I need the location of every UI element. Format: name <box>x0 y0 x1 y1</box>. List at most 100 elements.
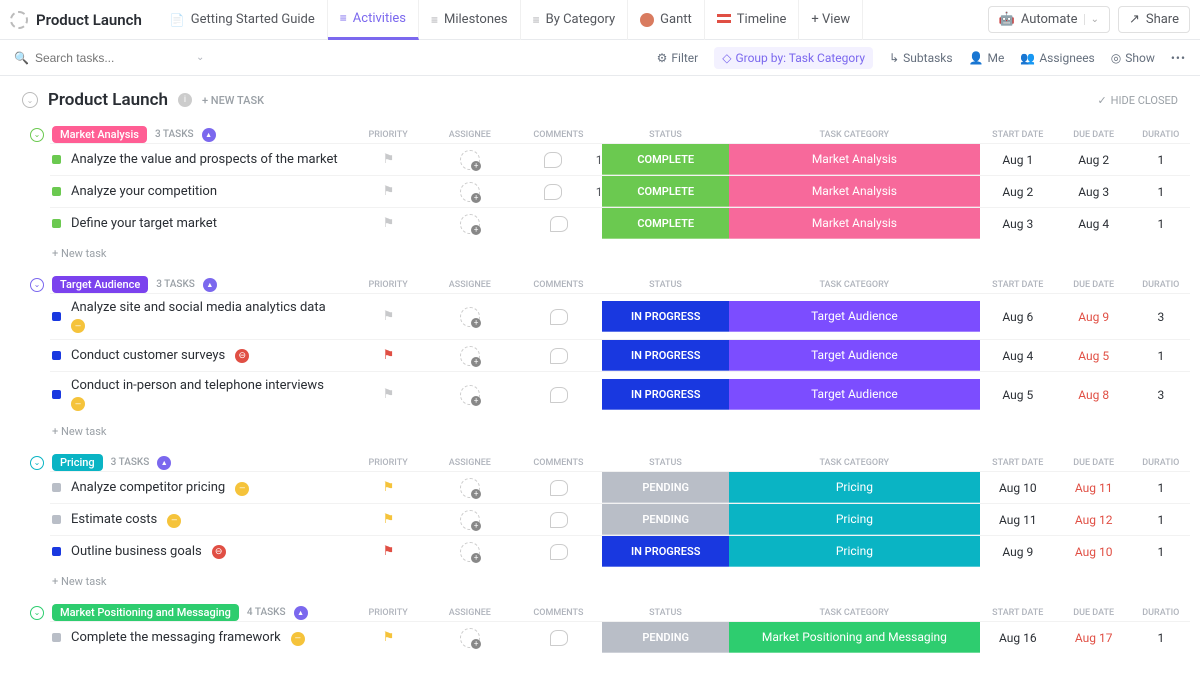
group-name-pill[interactable]: Pricing <box>52 454 103 471</box>
add-assignee-icon[interactable] <box>460 214 480 234</box>
assignee-cell[interactable] <box>425 542 514 562</box>
add-assignee-icon[interactable] <box>460 628 480 648</box>
priority-cell[interactable]: ⚑ <box>352 630 426 645</box>
add-assignee-icon[interactable] <box>460 385 480 405</box>
category-cell[interactable]: Target Audience <box>729 340 980 371</box>
start-date-cell[interactable]: Aug 3 <box>980 217 1056 231</box>
status-cell[interactable]: PENDING <box>602 504 728 535</box>
more-button[interactable]: ••• <box>1171 51 1186 65</box>
share-button[interactable]: ↗ Share <box>1118 6 1190 33</box>
group-name-pill[interactable]: Market Positioning and Messaging <box>52 604 239 621</box>
duration-cell[interactable]: 1 <box>1132 185 1190 199</box>
duration-cell[interactable]: 1 <box>1132 349 1190 363</box>
start-date-cell[interactable]: Aug 10 <box>980 481 1056 495</box>
info-icon[interactable]: i <box>178 93 192 107</box>
status-cell[interactable]: IN PROGRESS <box>602 340 728 371</box>
duration-cell[interactable]: 1 <box>1132 513 1190 527</box>
comments-cell[interactable] <box>515 630 603 646</box>
nav-milestones[interactable]: ≡ Milestones <box>419 0 521 40</box>
group-collapse-icon[interactable]: ⌄ <box>30 606 44 620</box>
category-cell[interactable]: Market Analysis <box>729 144 980 175</box>
nav-timeline[interactable]: Timeline <box>705 0 800 40</box>
priority-cell[interactable]: ⚑ <box>352 309 426 324</box>
nav-by-category[interactable]: ≡ By Category <box>521 0 629 40</box>
start-date-cell[interactable]: Aug 4 <box>980 349 1056 363</box>
start-date-cell[interactable]: Aug 16 <box>980 631 1056 645</box>
group-by-button[interactable]: ◇ Group by: Task Category <box>714 47 873 69</box>
nav-activities[interactable]: ≡ Activities <box>328 0 419 40</box>
priority-cell[interactable]: ⚑ <box>352 184 426 199</box>
status-cell[interactable]: IN PROGRESS <box>602 301 728 332</box>
start-date-cell[interactable]: Aug 11 <box>980 513 1056 527</box>
new-task-row[interactable]: + New task <box>30 567 1190 592</box>
comments-cell[interactable] <box>515 348 603 364</box>
status-cell[interactable]: COMPLETE <box>602 176 728 207</box>
category-cell[interactable]: Pricing <box>729 536 980 567</box>
assignee-cell[interactable] <box>425 346 514 366</box>
assignee-cell[interactable] <box>425 628 514 648</box>
category-cell[interactable]: Pricing <box>729 504 980 535</box>
comments-cell[interactable] <box>515 216 603 232</box>
status-square-icon[interactable] <box>52 515 61 524</box>
new-task-button[interactable]: + NEW TASK <box>202 94 264 107</box>
assignee-cell[interactable] <box>425 478 514 498</box>
task-row[interactable]: Complete the messaging framework —⚑PENDI… <box>50 621 1190 653</box>
add-assignee-icon[interactable] <box>460 478 480 498</box>
start-date-cell[interactable]: Aug 9 <box>980 545 1056 559</box>
blocked-badge-icon[interactable]: ⊖ <box>235 349 249 363</box>
duration-cell[interactable]: 1 <box>1132 545 1190 559</box>
status-cell[interactable]: IN PROGRESS <box>602 379 728 410</box>
collapse-all-icon[interactable]: ▲ <box>202 128 216 142</box>
assignee-cell[interactable] <box>425 150 514 170</box>
task-row[interactable]: Analyze the value and prospects of the m… <box>50 143 1190 175</box>
status-square-icon[interactable] <box>52 483 61 492</box>
assignee-cell[interactable] <box>425 307 514 327</box>
comments-cell[interactable] <box>515 387 603 403</box>
status-square-icon[interactable] <box>52 351 61 360</box>
add-assignee-icon[interactable] <box>460 542 480 562</box>
priority-cell[interactable]: ⚑ <box>352 216 426 231</box>
comments-cell[interactable] <box>515 512 603 528</box>
due-date-cell[interactable]: Aug 17 <box>1056 631 1132 645</box>
status-cell[interactable]: COMPLETE <box>602 144 728 175</box>
nav-getting-started[interactable]: 📄 Getting Started Guide <box>158 0 328 40</box>
me-button[interactable]: 👤 Me <box>969 51 1005 65</box>
duration-cell[interactable]: 1 <box>1132 631 1190 645</box>
priority-cell[interactable]: ⚑ <box>352 512 426 527</box>
status-cell[interactable]: PENDING <box>602 622 728 653</box>
status-cell[interactable]: PENDING <box>602 472 728 503</box>
search-input[interactable] <box>35 51 190 65</box>
assignees-button[interactable]: 👥 Assignees <box>1020 51 1094 65</box>
task-row[interactable]: Conduct in-person and telephone intervie… <box>50 371 1190 417</box>
subtasks-button[interactable]: ↳ Subtasks <box>889 51 952 65</box>
add-assignee-icon[interactable] <box>460 182 480 202</box>
comments-cell[interactable] <box>515 309 603 325</box>
due-date-cell[interactable]: Aug 5 <box>1056 349 1132 363</box>
due-date-cell[interactable]: Aug 4 <box>1056 217 1132 231</box>
status-cell[interactable]: COMPLETE <box>602 208 728 239</box>
add-assignee-icon[interactable] <box>460 150 480 170</box>
task-row[interactable]: Conduct customer surveys ⊖⚑IN PROGRESSTa… <box>50 339 1190 371</box>
assignee-cell[interactable] <box>425 385 514 405</box>
category-cell[interactable]: Market Analysis <box>729 176 980 207</box>
task-row[interactable]: Analyze competitor pricing —⚑PENDINGPric… <box>50 471 1190 503</box>
task-row[interactable]: Estimate costs —⚑PENDINGPricingAug 11Aug… <box>50 503 1190 535</box>
start-date-cell[interactable]: Aug 5 <box>980 388 1056 402</box>
category-cell[interactable]: Market Positioning and Messaging <box>729 622 980 653</box>
group-collapse-icon[interactable]: ⌄ <box>30 456 44 470</box>
start-date-cell[interactable]: Aug 1 <box>980 153 1056 167</box>
comments-cell[interactable]: 1 <box>515 184 603 200</box>
show-button[interactable]: ◎ Show <box>1111 51 1155 65</box>
due-date-cell[interactable]: Aug 10 <box>1056 545 1132 559</box>
add-assignee-icon[interactable] <box>460 307 480 327</box>
group-name-pill[interactable]: Target Audience <box>52 276 148 293</box>
task-row[interactable]: Analyze site and social media analytics … <box>50 293 1190 339</box>
due-date-cell[interactable]: Aug 3 <box>1056 185 1132 199</box>
due-date-cell[interactable]: Aug 11 <box>1056 481 1132 495</box>
assignee-cell[interactable] <box>425 510 514 530</box>
priority-cell[interactable]: ⚑ <box>352 480 426 495</box>
assignee-cell[interactable] <box>425 214 514 234</box>
hide-closed-toggle[interactable]: ✓ HIDE CLOSED <box>1097 94 1178 107</box>
group-collapse-icon[interactable]: ⌄ <box>30 128 44 142</box>
collapse-all-icon[interactable]: ▲ <box>203 278 217 292</box>
